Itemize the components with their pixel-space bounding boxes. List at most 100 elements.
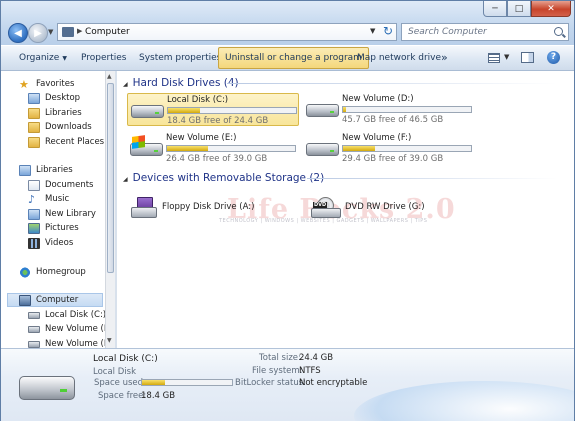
file-system-label: File system: [252,366,303,376]
nav-item-desktop[interactable]: Desktop [28,91,80,105]
breadcrumb[interactable]: Computer [85,27,130,37]
group-title: Hard Disk Drives (4) [132,77,239,89]
file-system-value: NTFS [299,366,321,376]
usage-fill [343,107,346,112]
nav-item-pictures[interactable]: Pictures [28,221,79,235]
explorer-window: ─ □ ✕ ◀ ▶ ▼ ▶ Computer ▼ ↻ Search Comput… [0,0,575,421]
dvd-drive-icon: DVD [311,197,341,218]
nav-item-documents[interactable]: Documents [28,178,93,192]
nav-item-new-volume-e[interactable]: New Volume (E:) [28,337,115,348]
drive-tile-c[interactable]: Local Disk (C:) 18.4 GB free of 24.4 GB [127,93,299,126]
maximize-button[interactable]: □ [507,1,531,17]
nav-item-libraries-fav[interactable]: Libraries [28,106,82,120]
dvd-drive-item[interactable]: DVD DVD RW Drive (G:) [311,195,425,219]
drive-usage-bar [167,107,297,114]
map-network-drive-button[interactable]: Map network drive [351,46,447,70]
nav-item-local-disk-c[interactable]: Local Disk (C:) [28,308,106,322]
drive-icon [28,340,40,348]
breadcrumb-chevron-icon[interactable]: ▶ [77,27,82,35]
search-input[interactable]: Search Computer [401,23,569,41]
drive-free-space: 26.4 GB free of 39.0 GB [166,154,268,164]
drive-icon [28,325,40,333]
drive-tile-f[interactable]: New Volume (F:) 29.4 GB free of 39.0 GB [303,132,475,165]
bitlocker-value: Not encryptable [299,378,368,388]
nav-computer[interactable]: Computer [7,293,103,307]
space-used-bar [141,379,233,386]
recent-pages-dropdown[interactable]: ▼ [48,28,53,36]
dvd-badge: DVD [313,202,328,208]
navigation-pane: ★ Favorites Desktop Libraries Downloads R… [1,71,115,348]
homegroup-icon [19,266,31,278]
usage-fill [142,380,165,385]
nav-favorites[interactable]: ★ Favorites [19,77,74,91]
scroll-down-icon[interactable]: ▼ [107,337,112,344]
details-pane: Local Disk (C:) Local Disk Space used: S… [1,348,574,421]
change-view-icon[interactable] [488,53,500,63]
recent-places-icon [28,136,40,148]
nav-item-downloads[interactable]: Downloads [28,120,92,134]
uninstall-program-button[interactable]: Uninstall or change a program [218,47,369,69]
nav-item-recent-places[interactable]: Recent Places [28,135,104,149]
pictures-icon [28,222,40,234]
collapse-icon[interactable]: ◢ [123,81,128,88]
hard-drive-icon [306,139,339,158]
search-icon[interactable] [554,27,563,36]
floppy-drive-item[interactable]: Floppy Disk Drive (A:) [131,195,254,219]
properties-button[interactable]: Properties [75,46,132,70]
divider [227,83,557,84]
nav-libraries-label: Libraries [36,165,73,175]
nav-favorites-label: Favorites [36,79,75,89]
group-header-hard-disk[interactable]: ◢ Hard Disk Drives (4) [123,77,239,89]
nav-item-new-library[interactable]: New Library [28,207,96,221]
minimize-button[interactable]: ─ [483,1,507,17]
group-header-removable[interactable]: ◢ Devices with Removable Storage (2) [123,172,324,184]
nav-item-label: Recent Places [45,137,105,147]
help-icon[interactable]: ? [547,51,560,64]
hard-drive-icon [131,101,164,120]
nav-libraries[interactable]: Libraries [19,163,73,177]
preview-pane-icon[interactable] [521,52,534,63]
nav-item-label: Libraries [45,108,82,118]
downloads-folder-icon [28,121,40,133]
forward-button[interactable]: ▶ [28,23,48,43]
drive-free-space: 29.4 GB free of 39.0 GB [342,154,444,164]
scroll-up-icon[interactable]: ▲ [107,73,112,80]
drive-tile-e[interactable]: New Volume (E:) 26.4 GB free of 39.0 GB [127,132,299,165]
nav-item-music[interactable]: ♪ Music [28,192,69,206]
usage-fill [343,146,375,151]
refresh-icon[interactable]: ↻ [383,24,393,38]
view-dropdown-icon[interactable]: ▼ [504,53,509,61]
title-bar: ─ □ ✕ ◀ ▶ ▼ ▶ Computer ▼ ↻ Search Comput… [1,1,574,45]
drive-usage-bar [342,106,472,113]
organize-button[interactable]: Organize ▼ [13,46,73,70]
libraries-icon [19,164,31,176]
floppy-drive-icon [131,197,157,218]
collapse-icon[interactable]: ◢ [123,176,128,183]
organize-label: Organize [19,53,60,63]
back-button[interactable]: ◀ [8,23,28,43]
device-name: DVD RW Drive (G:) [345,202,425,212]
usage-fill [167,146,208,151]
nav-scrollbar[interactable]: ▲ ▼ [105,71,115,348]
window-controls: ─ □ ✕ [483,1,571,18]
nav-item-new-volume-d[interactable]: New Volume (D:) [28,322,115,336]
space-free-label: Space free: [98,391,147,401]
windows-drive-icon [130,135,163,158]
search-placeholder: Search Computer [408,27,487,37]
more-commands-button[interactable]: » [435,46,454,70]
chevron-down-icon: ▼ [62,55,67,62]
close-button[interactable]: ✕ [531,1,571,17]
nav-homegroup[interactable]: Homegroup [19,265,86,279]
nav-item-videos[interactable]: Videos [28,236,73,250]
drive-usage-bar [342,145,472,152]
usage-fill [168,108,200,113]
drive-icon [28,311,40,319]
address-bar[interactable]: ▶ Computer ▼ [57,23,397,41]
scrollbar-thumb[interactable] [107,83,114,273]
content-pane: ◢ Hard Disk Drives (4) Local Disk (C:) 18… [117,71,574,348]
address-dropdown-icon[interactable]: ▼ [370,27,375,35]
videos-icon [28,237,40,249]
bitlocker-label: BitLocker status: [235,378,307,388]
system-properties-button[interactable]: System properties [133,46,227,70]
drive-tile-d[interactable]: New Volume (D:) 45.7 GB free of 46.5 GB [303,93,475,126]
